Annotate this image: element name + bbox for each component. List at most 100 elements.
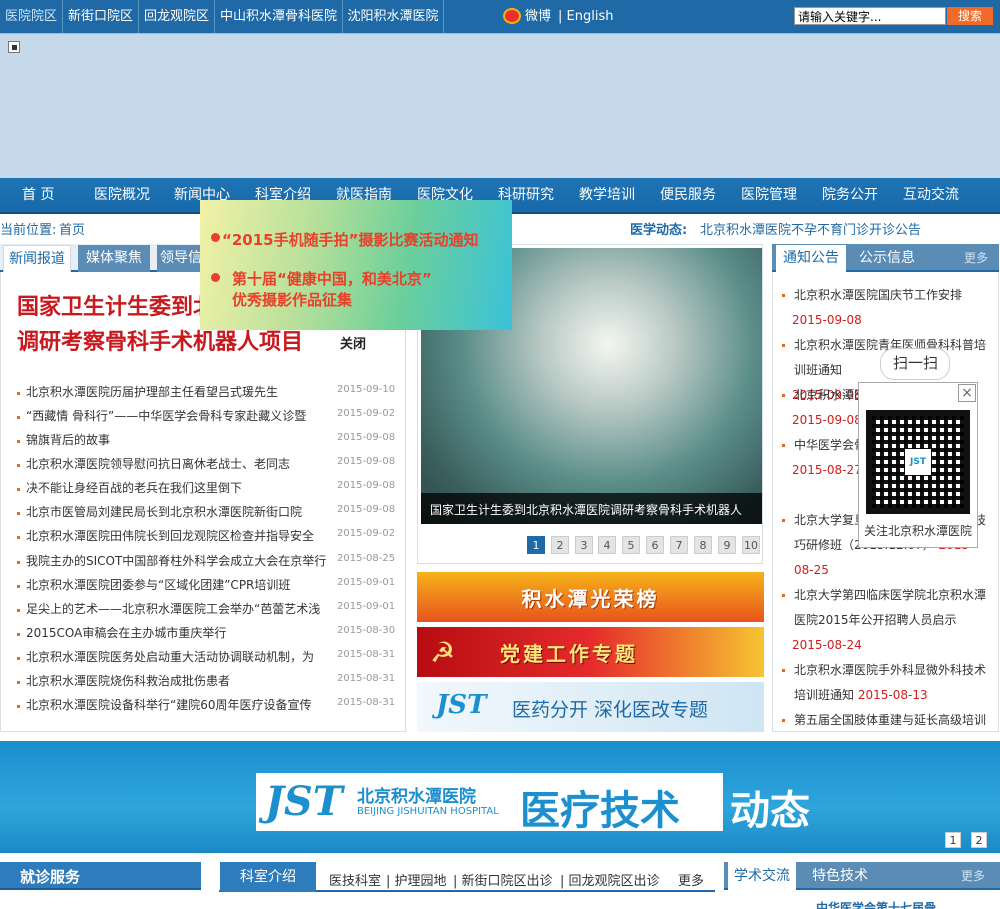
news-item[interactable]: 北京积水潭医院历届护理部主任看望吕式瑗先生 2015-09-10 bbox=[17, 383, 397, 407]
notice-text[interactable]: 北京积水潭医院国庆节工作安排 bbox=[782, 283, 992, 308]
dept-link-nursing[interactable]: | 护理园地 bbox=[386, 870, 447, 889]
slider-caption[interactable]: 国家卫生计生委到北京积水潭医院调研考察骨科手术机器人 bbox=[430, 501, 742, 518]
campus-tab-xinjiekou[interactable]: 新街口院区 bbox=[63, 0, 139, 33]
news-date: 2015-09-08 bbox=[337, 504, 396, 515]
tab-academic[interactable]: 学术交流 bbox=[728, 862, 796, 890]
slider-page-9[interactable]: 9 bbox=[718, 536, 736, 554]
tech-page-1[interactable]: 1 bbox=[945, 832, 961, 848]
english-link[interactable]: | English bbox=[558, 0, 613, 33]
notice-item[interactable]: 北京大学第四临床医学院北京积水潭医院2015年公开招聘人员启示 2015-08-2… bbox=[782, 583, 992, 658]
nav-home[interactable]: 首 页 bbox=[22, 178, 54, 214]
news-item[interactable]: 北京积水潭医院烧伤科救治成批伤患者 2015-08-31 bbox=[17, 672, 397, 696]
tab-publicity[interactable]: 公示信息 bbox=[851, 245, 923, 272]
news-title[interactable]: 北京积水潭医院设备科举行“建院60周年医疗设备宣传 bbox=[26, 696, 326, 713]
news-date: 2015-09-08 bbox=[337, 480, 396, 491]
dept-more-link[interactable]: 更多 bbox=[678, 870, 704, 889]
dept-link-medtech[interactable]: 医技科室 bbox=[329, 870, 381, 889]
news-date: 2015-09-02 bbox=[337, 408, 396, 419]
breadcrumb-home-link[interactable]: 首页 bbox=[59, 219, 85, 238]
news-item[interactable]: “西藏情 骨科行”——中华医学会骨科专家赴藏义诊暨 2015-09-02 bbox=[17, 407, 397, 431]
news-date: 2015-08-31 bbox=[337, 649, 396, 660]
tech-page-2[interactable]: 2 bbox=[971, 832, 987, 848]
news-title[interactable]: 决不能让身经百战的老兵在我们这里倒下 bbox=[26, 479, 326, 496]
nav-overview[interactable]: 医院概况 bbox=[94, 178, 150, 214]
slider-page-5[interactable]: 5 bbox=[622, 536, 640, 554]
close-icon[interactable]: × bbox=[958, 384, 976, 402]
nav-services[interactable]: 便民服务 bbox=[660, 178, 716, 214]
news-title[interactable]: 我院主办的SICOT中国部脊柱外科学会成立大会在京举行 bbox=[26, 552, 326, 569]
slider-page-3[interactable]: 3 bbox=[575, 536, 593, 554]
news-item[interactable]: 北京市医管局刘建民局长到北京积水潭医院新街口院 2015-09-08 bbox=[17, 503, 397, 527]
news-title[interactable]: 北京市医管局刘建民局长到北京积水潭医院新街口院 bbox=[26, 503, 326, 520]
news-title[interactable]: 北京积水潭医院田伟院长到回龙观院区检查并指导安全 bbox=[26, 527, 326, 544]
news-title[interactable]: 足尖上的艺术——北京积水潭医院工会举办“芭蕾艺术浅 bbox=[26, 600, 326, 617]
bullet-icon bbox=[782, 669, 785, 672]
news-item[interactable]: 北京积水潭医院医务处启动重大活动协调联动机制，为 2015-08-31 bbox=[17, 648, 397, 672]
news-item[interactable]: 北京积水潭医院田伟院长到回龙观院区检查并指导安全 2015-09-02 bbox=[17, 527, 397, 551]
nav-affairs[interactable]: 院务公开 bbox=[822, 178, 878, 214]
campus-tab-huilongguan[interactable]: 回龙观院区 bbox=[139, 0, 215, 33]
slider-page-2[interactable]: 2 bbox=[551, 536, 569, 554]
bullet-icon bbox=[211, 273, 220, 282]
news-date: 2015-09-08 bbox=[337, 456, 396, 467]
search-input[interactable] bbox=[794, 7, 946, 25]
popup-link-photo-contest[interactable]: “2015手机随手拍”摄影比赛活动通知 bbox=[222, 229, 478, 250]
campus-tab-all[interactable]: 医院院区 bbox=[0, 0, 63, 33]
ticker-link[interactable]: 北京积水潭医院不孕不育门诊开诊公告 bbox=[700, 219, 921, 238]
tab-notices[interactable]: 通知公告 bbox=[776, 245, 846, 272]
news-title[interactable]: 北京积水潭医院团委参与“区域化团建”CPR培训班 bbox=[26, 576, 326, 593]
nav-teaching[interactable]: 教学培训 bbox=[579, 178, 635, 214]
ticker-label: 医学动态: bbox=[630, 223, 688, 238]
news-title[interactable]: 锦旗背后的故事 bbox=[26, 431, 326, 448]
notice-item[interactable]: 北京积水潭医院手外科显微外科技术培训班通知 2015-08-13 bbox=[782, 658, 992, 708]
tab-media-focus[interactable]: 媒体聚焦 bbox=[78, 245, 150, 272]
notice-item[interactable]: 第五届全国肢体重建与延长高级培训 bbox=[782, 708, 992, 733]
dept-link-xinjiekou[interactable]: | 新街口院区出诊 bbox=[453, 870, 553, 889]
slider-page-6[interactable]: 6 bbox=[646, 536, 664, 554]
weibo-icon[interactable] bbox=[503, 8, 521, 24]
popup-link-photo-collection[interactable]: 第十届“健康中国，和美北京” 优秀摄影作品征集 bbox=[232, 269, 432, 311]
dept-link-huilongguan[interactable]: | 回龙观院区出诊 bbox=[560, 870, 660, 889]
notice-item[interactable]: 北京积水潭医院国庆节工作安排 2015-09-08 bbox=[782, 283, 992, 333]
bullet-icon bbox=[782, 444, 785, 447]
news-item[interactable]: 北京积水潭医院团委参与“区域化团建”CPR培训班 2015-09-01 bbox=[17, 576, 397, 600]
nav-interaction[interactable]: 互动交流 bbox=[903, 178, 959, 214]
news-title[interactable]: “西藏情 骨科行”——中华医学会骨科专家赴藏义诊暨 bbox=[26, 407, 326, 424]
service-title: 就诊服务 bbox=[20, 868, 81, 886]
slider-page-7[interactable]: 7 bbox=[670, 536, 688, 554]
popup-close-button[interactable]: 关闭 bbox=[340, 333, 366, 352]
campus-tab-shenyang[interactable]: 沈阳积水潭医院 bbox=[343, 0, 444, 33]
notice-text[interactable]: 北京积水潭医院手外科显微外科技术培训班通知 2015-08-13 bbox=[782, 658, 992, 708]
tech-slogan-2: 动态 bbox=[730, 788, 810, 834]
search-button[interactable]: 搜索 bbox=[947, 7, 993, 25]
news-title[interactable]: 北京积水潭医院医务处启动重大活动协调联动机制，为 bbox=[26, 648, 326, 665]
news-title[interactable]: 北京积水潭医院烧伤科救治成批伤患者 bbox=[26, 672, 326, 689]
academic-item[interactable]: 中华医学会第十七届骨... bbox=[816, 899, 950, 909]
news-title[interactable]: 2015COA审稿会在主办城市重庆举行 bbox=[26, 624, 326, 641]
slider-page-10[interactable]: 10 bbox=[742, 536, 760, 554]
news-item[interactable]: 足尖上的艺术——北京积水潭医院工会举办“芭蕾艺术浅 2015-09-01 bbox=[17, 600, 397, 624]
tab-featured-tech[interactable]: 特色技术 bbox=[804, 862, 876, 890]
tab-leadership[interactable]: 领导信 bbox=[157, 245, 205, 272]
academic-more-link[interactable]: 更多 bbox=[961, 867, 985, 884]
slider-page-1[interactable]: 1 bbox=[527, 536, 545, 554]
news-item[interactable]: 北京积水潭医院设备科举行“建院60周年医疗设备宣传 2015-08-31 bbox=[17, 696, 397, 720]
news-item[interactable]: 决不能让身经百战的老兵在我们这里倒下 2015-09-08 bbox=[17, 479, 397, 503]
news-item[interactable]: 北京积水潭医院领导慰问抗日离休老战士、老同志 2015-09-08 bbox=[17, 455, 397, 479]
news-item[interactable]: 2015COA审稿会在主办城市重庆举行 2015-08-30 bbox=[17, 624, 397, 648]
notice-text[interactable]: 第五届全国肢体重建与延长高级培训 bbox=[782, 708, 992, 733]
tab-news-reports[interactable]: 新闻报道 bbox=[3, 245, 71, 272]
news-item[interactable]: 我院主办的SICOT中国部脊柱外科学会成立大会在京举行 2015-08-25 bbox=[17, 552, 397, 576]
slider-page-8[interactable]: 8 bbox=[694, 536, 712, 554]
weibo-link[interactable]: 微博 bbox=[525, 0, 551, 33]
news-title[interactable]: 北京积水潭医院历届护理部主任看望吕式瑗先生 bbox=[26, 383, 326, 400]
news-item[interactable]: 锦旗背后的故事 2015-09-08 bbox=[17, 431, 397, 455]
campus-tab-zhongshan[interactable]: 中山积水潭骨科医院 bbox=[215, 0, 343, 33]
slider-page-4[interactable]: 4 bbox=[598, 536, 616, 554]
bullet-icon bbox=[782, 519, 785, 522]
news-title[interactable]: 北京积水潭医院领导慰问抗日离休老战士、老同志 bbox=[26, 455, 326, 472]
nav-management[interactable]: 医院管理 bbox=[741, 178, 797, 214]
tab-dept-intro[interactable]: 科室介绍 bbox=[220, 862, 316, 892]
notice-more-link[interactable]: 更多 bbox=[964, 249, 988, 266]
notice-text[interactable]: 北京大学第四临床医学院北京积水潭医院2015年公开招聘人员启示 bbox=[782, 583, 992, 633]
